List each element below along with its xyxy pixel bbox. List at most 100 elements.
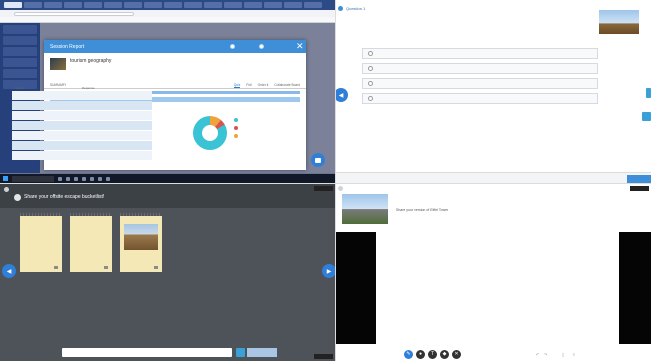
- text-tool-icon[interactable]: T: [428, 350, 437, 359]
- post-input[interactable]: [62, 348, 232, 357]
- answer-option[interactable]: [362, 48, 598, 59]
- student-response: [82, 92, 149, 99]
- browser-tab[interactable]: [204, 2, 222, 8]
- student-name: [15, 152, 82, 159]
- prev-arrow-icon[interactable]: ◀: [336, 88, 348, 102]
- sidebar-item[interactable]: [3, 47, 37, 56]
- browser-tab[interactable]: [4, 2, 22, 8]
- student-name: [15, 112, 82, 119]
- answer-option[interactable]: [362, 93, 598, 104]
- radio-icon: [368, 96, 373, 101]
- url-input[interactable]: [14, 11, 134, 16]
- delete-icon[interactable]: ▯: [562, 352, 564, 357]
- browser-tab[interactable]: [124, 2, 142, 8]
- taskbar-app-icon[interactable]: [58, 176, 62, 181]
- view-toggle[interactable]: [259, 44, 266, 49]
- taskbar-app-icon[interactable]: [90, 176, 94, 181]
- side-panel-button[interactable]: [642, 112, 651, 121]
- close-icon[interactable]: ✕: [296, 42, 304, 51]
- lesson-title: tourism geography: [70, 58, 112, 64]
- modal-title: Session Report: [50, 43, 85, 50]
- radio-icon: [368, 51, 373, 56]
- table-row: [12, 131, 152, 140]
- radio-icon: [368, 81, 373, 86]
- view-toggle[interactable]: [230, 44, 237, 49]
- tab-collaborate-board[interactable]: Collaborate Board: [274, 83, 300, 88]
- chat-bubble-icon: [315, 157, 321, 163]
- post-button[interactable]: [247, 348, 277, 357]
- student-name: [15, 132, 82, 139]
- legend-item: [234, 134, 240, 138]
- undo-icon[interactable]: ↶: [536, 352, 539, 357]
- redo-icon[interactable]: ↷: [544, 352, 547, 357]
- taskbar-app-icon[interactable]: [98, 176, 102, 181]
- browser-tab[interactable]: [104, 2, 122, 8]
- clear-tool-icon[interactable]: ✕: [452, 350, 461, 359]
- tab-order-it[interactable]: Order it: [258, 83, 269, 88]
- pen-tool-icon[interactable]: ✎: [404, 350, 413, 359]
- student-response: [82, 132, 149, 139]
- card-menu-icon[interactable]: [54, 266, 58, 269]
- browser-tab[interactable]: [264, 2, 282, 8]
- activity-title: Share your version of Eiffel Tower: [396, 208, 449, 212]
- table-row: [12, 121, 152, 130]
- bucketlist-card[interactable]: [70, 213, 112, 272]
- browser-tab[interactable]: [304, 2, 322, 8]
- taskbar-app-icon[interactable]: [106, 176, 110, 181]
- student-response: [82, 142, 149, 149]
- question-footer: [336, 172, 651, 183]
- sidebar-item[interactable]: [3, 69, 37, 78]
- radio-dot-icon: [259, 44, 264, 49]
- chat-button[interactable]: [311, 153, 325, 167]
- eiffel-tower-image: [342, 194, 388, 224]
- table-row: [12, 111, 152, 120]
- sidebar-item[interactable]: [3, 25, 37, 34]
- browser-tab[interactable]: [184, 2, 202, 8]
- browser-tab[interactable]: [24, 2, 42, 8]
- student-response: [82, 112, 149, 119]
- activity-header: Share your version of Eiffel Tower: [336, 184, 651, 234]
- table-row: [12, 91, 152, 100]
- side-edge-tab[interactable]: [646, 88, 651, 98]
- browser-tab[interactable]: [244, 2, 262, 8]
- legend-swatch: [234, 118, 238, 122]
- student-name: [15, 122, 82, 129]
- attach-image-icon[interactable]: [236, 348, 245, 357]
- browser-tab[interactable]: [164, 2, 182, 8]
- card-menu-icon[interactable]: [104, 266, 108, 269]
- answer-option[interactable]: [362, 63, 598, 74]
- bucketlist-card[interactable]: [120, 213, 162, 272]
- radio-dot-icon: [230, 44, 235, 49]
- taskbar-app-icon[interactable]: [66, 176, 70, 181]
- prev-arrow-icon[interactable]: ◀: [2, 264, 16, 278]
- browser-tab[interactable]: [284, 2, 302, 8]
- tab-quiz[interactable]: Quiz: [233, 83, 241, 88]
- taskbar-app-icon[interactable]: [74, 176, 78, 181]
- next-button[interactable]: [627, 175, 651, 183]
- tab-poll[interactable]: Poll: [246, 83, 251, 88]
- eraser-tool-icon[interactable]: ●: [416, 350, 425, 359]
- taskbar-search[interactable]: [12, 175, 54, 182]
- board-title: Share your offsite escape bucketlist!: [24, 194, 105, 200]
- answer-option[interactable]: [362, 78, 598, 89]
- card-menu-icon[interactable]: [154, 266, 158, 269]
- pin-icon: [4, 187, 9, 192]
- shape-tool-icon[interactable]: ◆: [440, 350, 449, 359]
- bucketlist-card[interactable]: [20, 213, 62, 272]
- browser-tab[interactable]: [224, 2, 242, 8]
- card-text: [70, 216, 112, 224]
- windows-start-icon[interactable]: [3, 176, 8, 181]
- student-name: [15, 102, 82, 109]
- next-arrow-icon[interactable]: ▶: [322, 264, 335, 278]
- browser-tab[interactable]: [144, 2, 162, 8]
- view-toggle-group: [230, 44, 266, 49]
- sidebar-item[interactable]: [3, 36, 37, 45]
- table-row: [12, 151, 152, 160]
- taskbar-app-icon[interactable]: [82, 176, 86, 181]
- os-taskbar: [0, 174, 335, 183]
- share-icon[interactable]: ⇪: [572, 352, 575, 357]
- browser-tab[interactable]: [64, 2, 82, 8]
- browser-tab[interactable]: [44, 2, 62, 8]
- sidebar-item[interactable]: [3, 58, 37, 67]
- browser-tab[interactable]: [84, 2, 102, 8]
